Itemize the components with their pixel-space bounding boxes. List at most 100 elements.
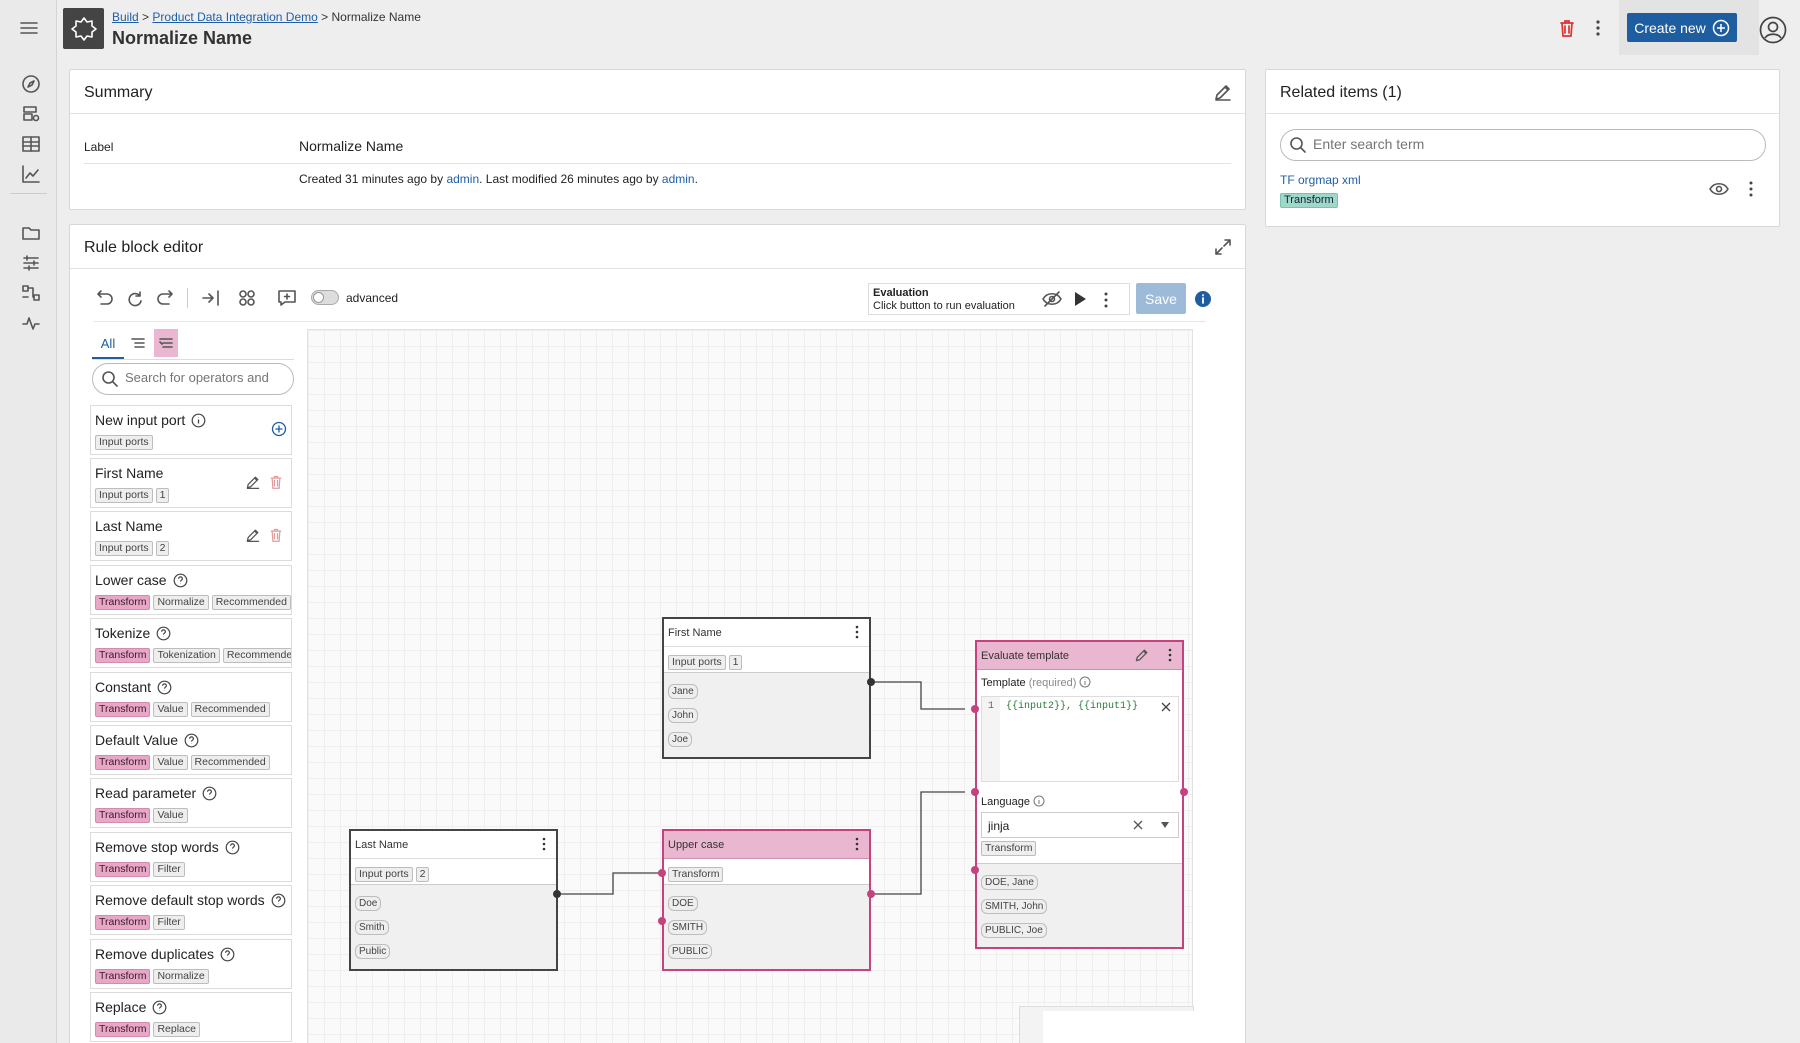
evaluation-more-icon[interactable] [1101, 291, 1111, 309]
node-first-name[interactable]: First Name Input ports 1 Jane John Joe [662, 617, 871, 759]
help-circle-icon[interactable] [271, 893, 286, 908]
hamburger-menu-icon[interactable] [16, 15, 42, 41]
undo-icon[interactable] [96, 289, 114, 307]
database-search-icon[interactable] [18, 101, 44, 127]
template-code-editor[interactable]: 1 {{input2}}, {{input1}} [981, 696, 1179, 782]
help-circle-icon[interactable] [184, 733, 199, 748]
output-port[interactable] [867, 678, 875, 686]
edit-pencil-icon[interactable] [245, 474, 261, 490]
info-icon[interactable] [1194, 290, 1212, 308]
clear-x-icon[interactable] [1160, 701, 1172, 713]
language-select[interactable]: jinja [981, 812, 1179, 838]
input-port[interactable] [971, 788, 979, 796]
related-search-box[interactable] [1280, 129, 1766, 161]
tab-all[interactable]: All [92, 333, 124, 351]
run-play-icon[interactable] [1073, 291, 1087, 307]
node-last-name[interactable]: Last Name Input ports 2 Doe Smith Public [349, 829, 558, 971]
operator-item[interactable]: Last Name Input ports 2 [90, 511, 292, 561]
delete-trash-icon[interactable] [1558, 18, 1576, 38]
tab-transform-filter[interactable] [154, 329, 178, 357]
node-value: DOE, Jane [981, 875, 1038, 890]
operator-item[interactable]: Replace Transform Replace [90, 992, 292, 1042]
node-more-icon[interactable] [540, 837, 548, 851]
operator-item[interactable]: First Name Input ports 1 [90, 458, 292, 508]
node-more-icon[interactable] [1166, 648, 1174, 662]
activity-icon[interactable] [18, 310, 44, 336]
output-port[interactable] [867, 890, 875, 898]
node-more-icon[interactable] [853, 837, 861, 851]
redo-all-icon[interactable] [126, 289, 144, 307]
input-port[interactable] [658, 869, 666, 877]
operator-item[interactable]: Remove default stop words Transform Filter [90, 885, 292, 935]
eye-off-icon[interactable] [1041, 290, 1063, 308]
help-circle-icon[interactable] [220, 947, 235, 962]
create-new-button[interactable]: Create new [1627, 13, 1737, 42]
list-settings-icon[interactable] [18, 250, 44, 276]
node-edit-icon[interactable] [1134, 647, 1150, 663]
meta-user-link[interactable]: admin [662, 172, 695, 186]
operator-name: Remove duplicates [95, 946, 235, 962]
breadcrumb-build[interactable]: Build [112, 10, 139, 24]
operator-tag: Transform [95, 862, 151, 877]
redo-icon[interactable] [156, 289, 174, 307]
help-circle-icon[interactable] [157, 680, 172, 695]
add-port-plus-icon[interactable] [271, 421, 287, 437]
operator-item[interactable]: Default Value Transform Value Recommended [90, 725, 292, 775]
input-port[interactable] [971, 866, 979, 874]
clear-x-icon[interactable] [1132, 819, 1144, 831]
input-port[interactable] [971, 705, 979, 713]
node-tag: Input ports [668, 655, 726, 670]
rule-canvas[interactable]: First Name Input ports 1 Jane John Joe Last… [307, 329, 1195, 1043]
help-circle-icon[interactable] [202, 786, 217, 801]
table-icon[interactable] [18, 131, 44, 157]
chart-line-icon[interactable] [18, 161, 44, 187]
operator-item[interactable]: Remove stop words Transform Filter [90, 832, 292, 882]
nodes-grid-icon[interactable] [238, 289, 256, 307]
node-upper-case[interactable]: Upper case Transform DOE SMITH PUBLIC [662, 829, 871, 971]
compass-icon[interactable] [18, 71, 44, 97]
info-circle-icon[interactable] [191, 413, 206, 428]
tab-list-icon[interactable] [130, 336, 146, 350]
help-circle-icon[interactable] [152, 1000, 167, 1015]
edit-pencil-icon[interactable] [245, 527, 261, 543]
canvas-minimap[interactable] [1019, 1006, 1195, 1043]
operator-search-input[interactable] [125, 370, 285, 385]
operator-item[interactable]: Constant Transform Value Recommended [90, 672, 292, 722]
related-item-link[interactable]: TF orgmap xml [1280, 173, 1361, 187]
workflow-icon[interactable] [18, 280, 44, 306]
operator-item[interactable]: Lower case Transform Normalize Recommended [90, 565, 292, 615]
user-avatar-icon[interactable] [1759, 16, 1787, 44]
template-code[interactable]: {{input2}}, {{input1}} [1006, 701, 1138, 712]
delete-trash-icon[interactable] [269, 527, 283, 543]
eye-icon[interactable] [1709, 182, 1729, 196]
node-more-icon[interactable] [853, 625, 861, 639]
help-circle-icon[interactable] [156, 626, 171, 641]
operator-tag: Input ports [95, 488, 153, 503]
operator-item[interactable]: New input port Input ports [90, 405, 292, 455]
advanced-toggle[interactable] [311, 290, 339, 305]
related-search-input[interactable] [1313, 136, 1753, 152]
output-port[interactable] [553, 890, 561, 898]
related-more-icon[interactable] [1746, 180, 1756, 198]
folder-icon[interactable] [18, 220, 44, 246]
help-circle-icon[interactable] [173, 573, 188, 588]
expand-icon[interactable] [1213, 237, 1233, 257]
add-comment-icon[interactable] [277, 289, 297, 307]
operator-search-box[interactable] [92, 363, 294, 395]
edit-pencil-icon[interactable] [1213, 82, 1233, 102]
input-port[interactable] [658, 917, 666, 925]
breadcrumb-project[interactable]: Product Data Integration Demo [152, 10, 317, 24]
meta-user-link[interactable]: admin [446, 172, 479, 186]
operator-item[interactable]: Tokenize Transform Tokenization Recommended [90, 618, 292, 668]
more-vertical-icon[interactable] [1590, 18, 1606, 38]
operator-item[interactable]: Remove duplicates Transform Normalize [90, 939, 292, 989]
operator-tag: 2 [155, 541, 170, 556]
node-evaluate-template[interactable]: Evaluate template Template (required) 1 … [975, 640, 1184, 949]
help-circle-icon[interactable] [225, 840, 240, 855]
operator-item[interactable]: Read parameter Transform Value [90, 778, 292, 828]
caret-down-icon[interactable] [1160, 821, 1170, 829]
delete-trash-icon[interactable] [269, 474, 283, 490]
auto-layout-icon[interactable] [201, 289, 221, 307]
output-port[interactable] [1180, 788, 1188, 796]
save-button[interactable]: Save [1136, 283, 1186, 314]
